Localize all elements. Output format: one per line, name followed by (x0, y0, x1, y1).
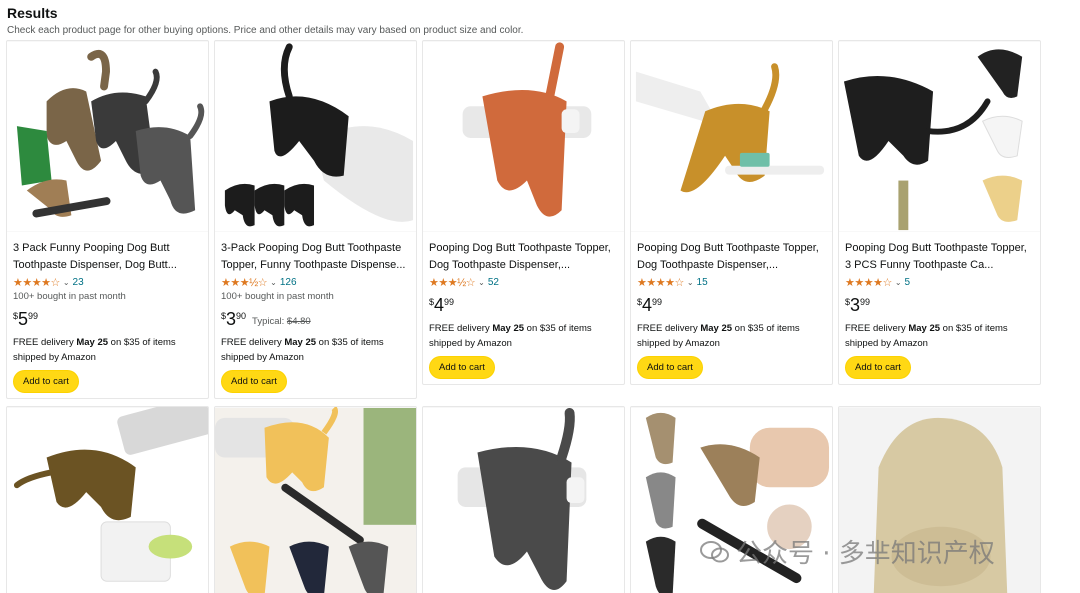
product-image[interactable] (839, 41, 1040, 232)
add-to-cart-button[interactable]: Add to cart (13, 370, 79, 393)
delivery-prefix: FREE delivery (845, 323, 909, 334)
product-card[interactable]: 3 Pack Funny Pooping Dog Butt Toothpaste… (6, 40, 209, 399)
add-to-cart-button[interactable]: Add to cart (429, 356, 495, 379)
results-title: Results (7, 5, 58, 21)
price-fraction: 99 (28, 311, 39, 321)
product-card[interactable]: Pooping Dog Butt Toothpaste Topper, 3 PC… (838, 40, 1041, 385)
product-grid: 3 Pack Funny Pooping Dog Butt Toothpaste… (6, 40, 1042, 593)
price-fraction: 90 (236, 311, 247, 321)
chevron-down-icon[interactable]: ⌄ (895, 278, 902, 287)
rating-count[interactable]: 15 (697, 277, 708, 288)
price-whole: 4 (642, 295, 653, 315)
delivery-info: FREE delivery May 25 on $35 of items shi… (429, 321, 620, 351)
product-title[interactable]: Pooping Dog Butt Toothpaste Topper, Dog … (429, 240, 620, 274)
product-image[interactable] (7, 41, 208, 232)
add-to-cart-button[interactable]: Add to cart (845, 356, 911, 379)
delivery-prefix: FREE delivery (13, 337, 77, 348)
product-info: 3 Pack Funny Pooping Dog Butt Toothpaste… (13, 240, 204, 393)
delivery-date: May 25 (492, 323, 525, 334)
typical-price-value: $4.80 (286, 316, 311, 327)
price-whole: 5 (18, 309, 29, 329)
price[interactable]: $ 3 90 Typical: $4.80 (221, 308, 412, 330)
rating-count[interactable]: 5 (905, 277, 911, 288)
price-fraction: 99 (444, 297, 455, 307)
rating-row[interactable]: ★★★★☆ ⌄ 5 (845, 275, 1036, 290)
product-card[interactable]: Pooping Dog Butt Toothpaste Topper, Dog … (422, 40, 625, 385)
delivery-date: May 25 (908, 323, 941, 334)
product-info: Pooping Dog Butt Toothpaste Topper, Dog … (637, 240, 828, 379)
product-image[interactable] (423, 41, 624, 232)
wechat-icon (700, 540, 729, 562)
delivery-info: FREE delivery May 25 on $35 of items shi… (221, 335, 412, 365)
chevron-down-icon[interactable]: ⌄ (270, 278, 277, 287)
typical-price: Typical: $4.80 (252, 316, 311, 327)
product-image[interactable] (7, 407, 208, 593)
star-rating-icon[interactable]: ★★★★☆ (637, 276, 684, 289)
rating-row[interactable]: ★★★★☆ ⌄ 23 (13, 275, 204, 290)
add-to-cart-button[interactable]: Add to cart (637, 356, 703, 379)
price-fraction: 99 (860, 297, 871, 307)
delivery-date: May 25 (284, 337, 317, 348)
delivery-info: FREE delivery May 25 on $35 of items shi… (845, 321, 1036, 351)
product-card[interactable] (6, 406, 209, 593)
rating-count[interactable]: 23 (73, 277, 84, 288)
price-whole: 3 (226, 309, 237, 329)
price-fraction: 99 (652, 297, 663, 307)
delivery-info: FREE delivery May 25 on $35 of items shi… (637, 321, 828, 351)
delivery-date: May 25 (700, 323, 733, 334)
product-title[interactable]: Pooping Dog Butt Toothpaste Topper, 3 PC… (845, 240, 1036, 274)
delivery-date: May 25 (76, 337, 109, 348)
chevron-down-icon[interactable]: ⌄ (687, 278, 694, 287)
product-image[interactable] (631, 41, 832, 232)
product-image[interactable] (423, 407, 624, 593)
price-whole: 4 (434, 295, 445, 315)
bought-count: 100+ bought in past month (221, 291, 334, 302)
rating-count[interactable]: 52 (488, 277, 499, 288)
price[interactable]: $ 5 99 (13, 308, 204, 330)
price[interactable]: $ 3 99 (845, 294, 1036, 316)
product-card[interactable] (214, 406, 417, 593)
rating-row[interactable]: ★★★½☆ ⌄ 52 (429, 275, 620, 290)
typical-label: Typical: (252, 316, 287, 327)
price[interactable]: $ 4 99 (429, 294, 620, 316)
chevron-down-icon[interactable]: ⌄ (63, 278, 70, 287)
product-info: Pooping Dog Butt Toothpaste Topper, Dog … (429, 240, 620, 379)
product-card[interactable]: 3-Pack Pooping Dog Butt Toothpaste Toppe… (214, 40, 417, 399)
bought-count: 100+ bought in past month (13, 291, 126, 302)
delivery-prefix: FREE delivery (637, 323, 701, 334)
star-rating-icon[interactable]: ★★★★☆ (13, 276, 60, 289)
product-info: Pooping Dog Butt Toothpaste Topper, 3 PC… (845, 240, 1036, 379)
product-image[interactable] (215, 407, 416, 593)
results-subtitle: Check each product page for other buying… (7, 25, 524, 36)
price[interactable]: $ 4 99 (637, 294, 828, 316)
product-title[interactable]: 3-Pack Pooping Dog Butt Toothpaste Toppe… (221, 240, 412, 274)
product-info: 3-Pack Pooping Dog Butt Toothpaste Toppe… (221, 240, 412, 393)
product-title[interactable]: Pooping Dog Butt Toothpaste Topper, Dog … (637, 240, 828, 274)
rating-row[interactable]: ★★★★☆ ⌄ 15 (637, 275, 828, 290)
delivery-prefix: FREE delivery (429, 323, 493, 334)
star-rating-icon[interactable]: ★★★★☆ (845, 276, 892, 289)
chevron-down-icon[interactable]: ⌄ (478, 278, 485, 287)
product-card[interactable]: Pooping Dog Butt Toothpaste Topper, Dog … (630, 40, 833, 385)
star-rating-icon[interactable]: ★★★½☆ (221, 276, 268, 289)
star-rating-icon[interactable]: ★★★½☆ (429, 276, 476, 289)
product-title[interactable]: 3 Pack Funny Pooping Dog Butt Toothpaste… (13, 240, 204, 274)
watermark: 公众号 · 多芈知识产权 (700, 533, 995, 570)
watermark-text: 公众号 · 多芈知识产权 (736, 539, 995, 569)
rating-row[interactable]: ★★★½☆ ⌄ 126 (221, 275, 412, 290)
delivery-info: FREE delivery May 25 on $35 of items shi… (13, 335, 204, 365)
add-to-cart-button[interactable]: Add to cart (221, 370, 287, 393)
product-card[interactable] (422, 406, 625, 593)
product-image[interactable] (215, 41, 416, 232)
price-whole: 3 (850, 295, 861, 315)
rating-count[interactable]: 126 (280, 277, 297, 288)
delivery-prefix: FREE delivery (221, 337, 285, 348)
